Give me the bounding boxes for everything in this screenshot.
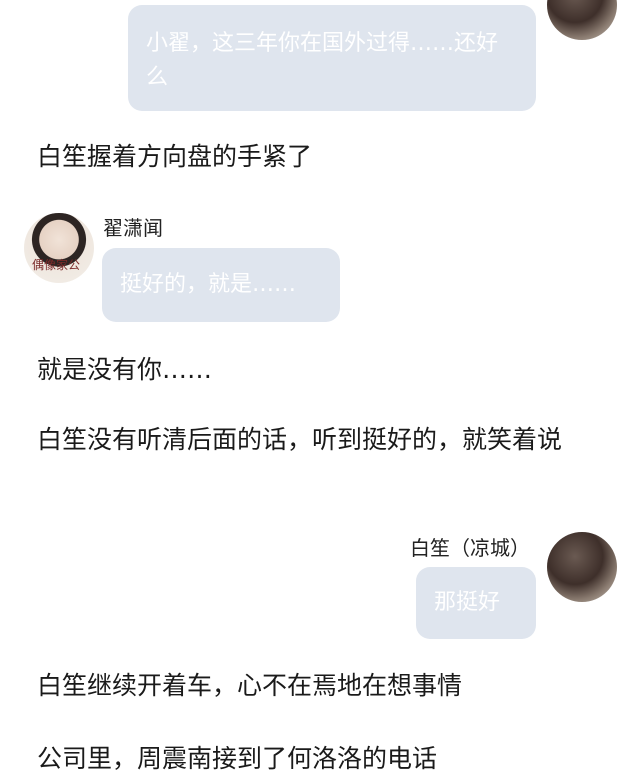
narration-3: 白笙没有听清后面的话，听到挺好的，就笑着说 [37, 425, 563, 454]
message-text-1: 小翟，这三年你在国外过得……还好么 [146, 31, 499, 90]
narration-4: 白笙继续开着车，心不在焉地在想事情 [37, 671, 463, 700]
avatar-zhai[interactable]: 偶像家公 [24, 213, 94, 283]
message-bubble-2[interactable]: 挺好的，就是…… [102, 248, 340, 322]
message-bubble-3[interactable]: 那挺好 [416, 567, 536, 639]
message-text-2: 挺好的，就是…… [120, 272, 297, 297]
narration-1: 白笙握着方向盘的手紧了 [37, 142, 313, 171]
sender-name-zhai: 翟潇闻 [103, 216, 163, 240]
narration-2: 就是没有你…… [37, 355, 213, 384]
avatar-baizhi[interactable] [547, 532, 617, 602]
avatar-baizhi-top[interactable] [547, 0, 617, 40]
narration-5: 公司里，周震南接到了何洛洛的电话 [37, 744, 438, 773]
message-bubble-1[interactable]: 小翟，这三年你在国外过得……还好么 [128, 5, 536, 111]
sender-name-baizhi: 白笙（凉城） [410, 536, 530, 560]
message-text-3: 那挺好 [434, 590, 501, 615]
avatar-handwriting: 偶像家公 [32, 258, 81, 272]
